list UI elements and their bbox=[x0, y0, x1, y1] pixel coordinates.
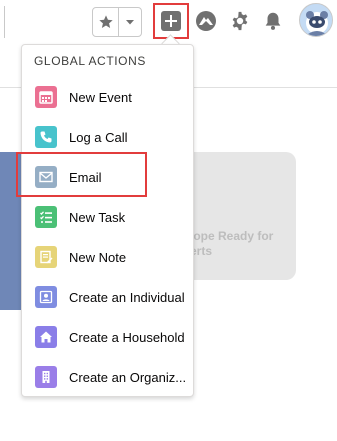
chevron-down-icon bbox=[126, 20, 135, 25]
favorites-button[interactable] bbox=[93, 8, 120, 36]
menu-item-create-organization[interactable]: Create an Organiz... bbox=[22, 357, 193, 397]
trailhead-icon bbox=[196, 11, 216, 31]
menu-item-label: Email bbox=[69, 169, 102, 185]
favorites-group bbox=[92, 7, 142, 37]
background-card-text-line1: lope Ready for bbox=[190, 229, 274, 243]
menu-item-label: Create an Organiz... bbox=[69, 369, 187, 385]
menu-item-new-task[interactable]: New Task bbox=[22, 197, 193, 237]
menu-item-create-household[interactable]: Create a Household bbox=[22, 317, 193, 357]
page: lope Ready for erts GLOBAL ACTIONS New E… bbox=[0, 0, 337, 441]
plus-icon bbox=[161, 11, 181, 31]
setup-button[interactable] bbox=[228, 9, 252, 33]
contact-icon bbox=[35, 286, 57, 308]
astro-avatar bbox=[300, 4, 332, 36]
building-icon bbox=[35, 366, 57, 388]
task-list-icon bbox=[35, 206, 57, 228]
background-panel bbox=[0, 152, 22, 310]
search-box-edge[interactable] bbox=[0, 6, 5, 38]
menu-title: GLOBAL ACTIONS bbox=[34, 54, 146, 68]
menu-item-label: Log a Call bbox=[69, 129, 128, 145]
global-actions-button[interactable] bbox=[153, 3, 189, 39]
calendar-icon bbox=[35, 86, 57, 108]
menu-item-new-event[interactable]: New Event bbox=[22, 77, 193, 117]
menu-item-label: New Task bbox=[69, 209, 126, 225]
menu-item-new-note[interactable]: New Note bbox=[22, 237, 193, 277]
menu-item-email[interactable]: Email bbox=[22, 157, 193, 197]
favorites-list-button[interactable] bbox=[119, 8, 141, 36]
envelope-icon bbox=[35, 166, 57, 188]
background-card-text-line2: erts bbox=[190, 244, 213, 258]
background-card-text: lope Ready for erts bbox=[190, 229, 290, 259]
household-icon bbox=[35, 326, 57, 348]
menu-item-label: New Note bbox=[69, 249, 127, 265]
menu-item-label: Create a Household bbox=[69, 329, 185, 345]
phone-icon bbox=[35, 126, 57, 148]
user-avatar[interactable] bbox=[299, 3, 333, 37]
menu-item-label: Create an Individual bbox=[69, 289, 185, 305]
menu-item-log-a-call[interactable]: Log a Call bbox=[22, 117, 193, 157]
bell-icon bbox=[265, 12, 281, 30]
notifications-button[interactable] bbox=[261, 9, 285, 33]
star-icon bbox=[99, 15, 113, 28]
global-actions-menu: GLOBAL ACTIONS New Event Log a Call Emai… bbox=[21, 44, 194, 397]
note-icon bbox=[35, 246, 57, 268]
trailhead-button[interactable] bbox=[194, 9, 218, 33]
menu-item-create-individual[interactable]: Create an Individual bbox=[22, 277, 193, 317]
menu-item-label: New Event bbox=[69, 89, 132, 105]
gear-icon bbox=[232, 11, 248, 31]
